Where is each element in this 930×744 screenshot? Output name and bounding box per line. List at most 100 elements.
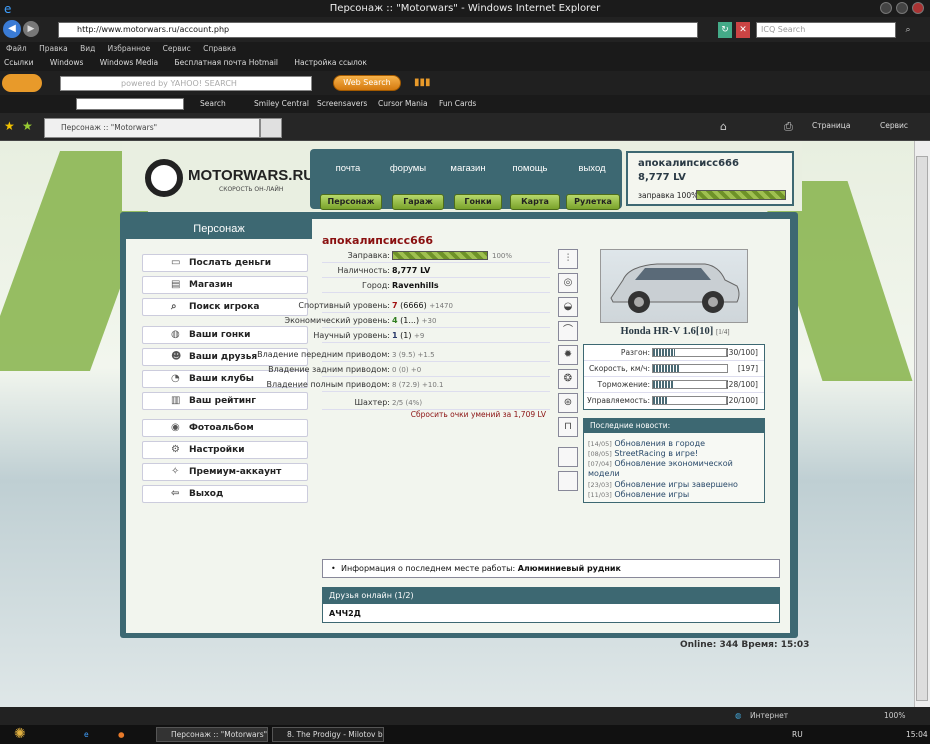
- slot-tire-icon[interactable]: ◎: [558, 273, 578, 293]
- news-text[interactable]: Обновление игры завершено: [614, 480, 738, 489]
- menu-your-rating[interactable]: ▥ Ваш рейтинг: [142, 392, 308, 410]
- slot-engine-icon[interactable]: ✹: [558, 345, 578, 365]
- home-icon[interactable]: ⌂: [720, 120, 727, 133]
- search-icon[interactable]: ⌕: [900, 22, 916, 38]
- stat-value: 7: [392, 301, 398, 310]
- screensavers-link[interactable]: Screensavers: [317, 95, 367, 113]
- zoom-level[interactable]: 100%: [884, 707, 905, 725]
- scrollbar-thumb[interactable]: [916, 156, 928, 701]
- nav-shop[interactable]: магазин: [438, 163, 498, 174]
- user-name[interactable]: апокалипсисс666: [638, 158, 739, 169]
- smiley-central-link[interactable]: Smiley Central: [254, 95, 309, 113]
- link-windows-media[interactable]: Windows Media: [100, 58, 158, 67]
- shop-icon: ▤: [171, 279, 181, 290]
- refresh-button[interactable]: ↻: [718, 22, 732, 38]
- news-text[interactable]: Обновления в городе: [614, 439, 705, 448]
- stat-plus[interactable]: +9: [414, 332, 424, 340]
- print-icon[interactable]: ⎙: [784, 120, 793, 134]
- online-time-footer: Online: 344 Время: 15:03: [680, 640, 809, 650]
- slot-turbo-icon[interactable]: ⊛: [558, 393, 578, 413]
- tab-motorwars[interactable]: Персонаж :: "Motorwars": [44, 118, 260, 138]
- link-hotmail[interactable]: Бесплатная почта Hotmail: [175, 58, 278, 67]
- menu-favorites[interactable]: Избранное: [108, 44, 151, 53]
- new-tab-button[interactable]: [260, 118, 282, 138]
- favorites-star-icon[interactable]: ★: [4, 119, 15, 133]
- ie-icon: e: [4, 2, 12, 16]
- taskbar-item-browser[interactable]: Персонаж :: "Motorwars" -...: [156, 727, 268, 742]
- news-text[interactable]: StreetRacing в игре!: [614, 449, 698, 458]
- web-search-button[interactable]: Web Search: [333, 75, 401, 91]
- stat-value[interactable]: Ravenhills: [392, 279, 439, 293]
- menu-help[interactable]: Справка: [203, 44, 236, 53]
- close-window-button[interactable]: [912, 2, 924, 14]
- slot-suspension-icon[interactable]: ⫶: [558, 249, 578, 269]
- stat-label: Владение задним приводом:: [268, 365, 390, 374]
- slot-wheel-icon[interactable]: ❂: [558, 369, 578, 389]
- reset-skills-link[interactable]: Сбросить очки умений за 1,709 LV: [322, 410, 550, 422]
- page-menu[interactable]: Страница: [812, 121, 850, 130]
- menu-edit[interactable]: Правка: [39, 44, 68, 53]
- maximize-button[interactable]: [896, 2, 908, 14]
- nav-exit[interactable]: выход: [562, 163, 622, 174]
- language-indicator[interactable]: RU: [792, 725, 803, 744]
- slot-empty[interactable]: [558, 471, 578, 491]
- slot-exhaust-icon[interactable]: ◒: [558, 297, 578, 317]
- link-windows[interactable]: Windows: [50, 58, 83, 67]
- quicklaunch-firefox-icon[interactable]: ●: [118, 725, 125, 744]
- toolbar-search-button[interactable]: Search: [200, 95, 226, 113]
- nav-forums[interactable]: форумы: [378, 163, 438, 174]
- news-text[interactable]: Обновление игры: [614, 490, 689, 499]
- menu-send-money[interactable]: ▭ Послать деньги: [142, 254, 308, 272]
- news-item[interactable]: [11/03] Обновление игры: [588, 490, 762, 500]
- taskbar-item-player[interactable]: 8. The Prodigy - Milotov bit...: [272, 727, 384, 742]
- back-button[interactable]: ◀: [3, 20, 21, 38]
- menu-your-races[interactable]: ◍ Ваши гонки: [142, 326, 308, 344]
- yahoo-search-input[interactable]: powered by YAHOO! SEARCH: [60, 76, 312, 91]
- start-button-icon[interactable]: ✺: [14, 725, 26, 744]
- news-item[interactable]: [07/04] Обновление экономической модели: [588, 459, 762, 478]
- menu-exit[interactable]: ⇦ Выход: [142, 485, 308, 503]
- stat-label: Экономический уровень:: [284, 316, 390, 325]
- tools-menu[interactable]: Сервис: [880, 121, 908, 130]
- menu-photo-album[interactable]: ◉ Фотоальбом: [142, 419, 308, 437]
- nav-help[interactable]: помощь: [500, 163, 560, 174]
- add-favorite-icon[interactable]: ★: [22, 119, 33, 133]
- minimize-button[interactable]: [880, 2, 892, 14]
- quicklaunch-ie-icon[interactable]: e: [84, 725, 89, 744]
- cursor-mania-link[interactable]: Cursor Mania: [378, 95, 428, 113]
- nav-button-character[interactable]: Персонаж: [320, 194, 382, 210]
- news-item[interactable]: [08/05] StreetRacing в игре!: [588, 449, 762, 459]
- slot-empty[interactable]: [558, 447, 578, 467]
- nav-button-roulette[interactable]: Рулетка: [566, 194, 620, 210]
- stat-science-level: Научный уровень: 1 (1) +9: [313, 329, 550, 343]
- stat-plus[interactable]: +30: [422, 317, 437, 325]
- menu-view[interactable]: Вид: [80, 44, 95, 53]
- browser-search-input[interactable]: ICQ Search: [756, 22, 896, 38]
- menu-find-player[interactable]: ⌕ Поиск игрока: [142, 298, 308, 316]
- nav-button-races[interactable]: Гонки: [454, 194, 502, 210]
- slot-spoiler-icon[interactable]: ⌒: [558, 321, 578, 341]
- news-item[interactable]: [14/05] Обновления в городе: [588, 439, 762, 449]
- news-item[interactable]: [23/03] Обновление игры завершено: [588, 480, 762, 490]
- fun-cards-link[interactable]: Fun Cards: [439, 95, 476, 113]
- url-input[interactable]: http://www.motorwars.ru/account.php: [58, 22, 698, 38]
- nav-button-garage[interactable]: Гараж: [392, 194, 444, 210]
- toolbar-search-input[interactable]: [76, 98, 184, 110]
- menu-premium[interactable]: ✧ Премиум-аккаунт: [142, 463, 308, 481]
- menu-label: Ваши друзья: [189, 352, 258, 362]
- stop-button[interactable]: ✕: [736, 22, 750, 38]
- menu-shop[interactable]: ▤ Магазин: [142, 276, 308, 294]
- stat-plus[interactable]: +1470: [429, 302, 453, 310]
- car-image[interactable]: [600, 249, 748, 323]
- menu-settings[interactable]: ⚙ Настройки: [142, 441, 308, 459]
- site-logo[interactable]: MOTORWARS.RU СКОРОСТЬ ОН-ЛАЙН: [145, 159, 314, 199]
- menu-tools[interactable]: Сервис: [163, 44, 191, 53]
- link-customize[interactable]: Настройка ссылок: [294, 58, 367, 67]
- nav-mail[interactable]: почта: [318, 163, 378, 174]
- server-time: 15:03: [780, 640, 810, 650]
- menu-file[interactable]: Файл: [6, 44, 27, 53]
- nav-button-map[interactable]: Карта: [510, 194, 560, 210]
- forward-button[interactable]: ▶: [23, 21, 39, 37]
- friend-name[interactable]: АЧЧ2Д: [329, 609, 361, 618]
- slot-seat-icon[interactable]: ⊓: [558, 417, 578, 437]
